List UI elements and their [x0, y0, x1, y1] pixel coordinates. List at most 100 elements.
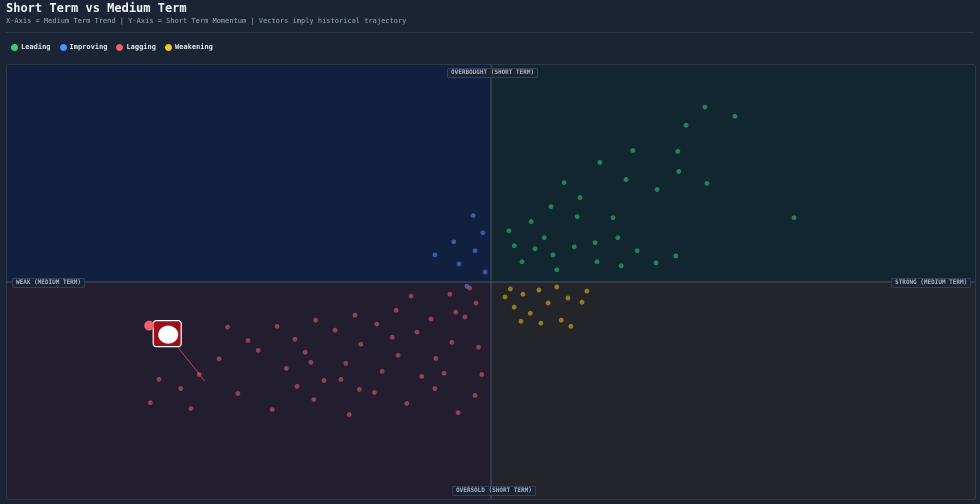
leading-point[interactable]: [732, 113, 738, 119]
weakening-point[interactable]: [520, 291, 526, 297]
lagging-point[interactable]: [196, 372, 202, 377]
improving-point[interactable]: [432, 252, 438, 258]
lagging-point[interactable]: [432, 386, 438, 391]
leading-point[interactable]: [791, 215, 797, 221]
lagging-point[interactable]: [389, 334, 395, 340]
leading-point[interactable]: [511, 243, 517, 249]
lagging-point[interactable]: [346, 412, 352, 417]
weakening-point[interactable]: [558, 317, 564, 323]
leading-point[interactable]: [554, 267, 560, 273]
leading-point[interactable]: [610, 215, 616, 221]
leading-point[interactable]: [519, 259, 525, 265]
weakening-point[interactable]: [502, 294, 508, 300]
lagging-point[interactable]: [479, 372, 485, 377]
leading-point[interactable]: [654, 187, 660, 192]
lagging-point[interactable]: [321, 378, 327, 383]
leading-point[interactable]: [561, 180, 567, 186]
legend-item-lagging[interactable]: Lagging: [116, 43, 156, 51]
lagging-point[interactable]: [449, 339, 455, 345]
highlight-marker[interactable]: [158, 325, 179, 344]
lagging-point[interactable]: [235, 391, 241, 396]
improving-point[interactable]: [472, 248, 478, 254]
lagging-point[interactable]: [156, 377, 162, 382]
leading-point[interactable]: [683, 122, 689, 128]
leading-point[interactable]: [653, 260, 659, 266]
lagging-point[interactable]: [356, 387, 362, 392]
weakening-point[interactable]: [545, 300, 551, 306]
weakening-point[interactable]: [565, 295, 571, 301]
lagging-point[interactable]: [404, 401, 410, 406]
scatter-plot[interactable]: OVERBOUGHT (SHORT TERM) OVERSOLD (SHORT …: [6, 64, 976, 500]
lagging-point[interactable]: [447, 291, 453, 297]
legend-item-weakening[interactable]: Weakening: [164, 43, 213, 51]
leading-point[interactable]: [630, 148, 636, 153]
lagging-point[interactable]: [313, 317, 319, 323]
scatter-svg[interactable]: [7, 65, 975, 499]
lagging-point[interactable]: [144, 320, 155, 331]
lagging-point[interactable]: [433, 355, 439, 361]
weakening-point[interactable]: [554, 284, 560, 290]
leading-point[interactable]: [592, 240, 598, 246]
lagging-point[interactable]: [419, 373, 425, 379]
leading-point[interactable]: [675, 148, 681, 154]
leading-point[interactable]: [623, 177, 629, 182]
lagging-point[interactable]: [441, 370, 447, 376]
improving-point[interactable]: [464, 283, 470, 289]
leading-point[interactable]: [704, 181, 710, 186]
legend-item-improving[interactable]: Improving: [59, 43, 107, 51]
lagging-point[interactable]: [371, 390, 377, 395]
lagging-point[interactable]: [455, 410, 461, 416]
leading-point[interactable]: [618, 263, 624, 269]
lagging-point[interactable]: [292, 336, 298, 342]
leading-point[interactable]: [676, 169, 682, 174]
leading-point[interactable]: [550, 252, 556, 258]
weakening-point[interactable]: [536, 287, 542, 293]
leading-point[interactable]: [577, 195, 583, 200]
leading-point[interactable]: [571, 244, 577, 250]
lagging-point[interactable]: [332, 327, 338, 333]
lagging-point[interactable]: [428, 316, 434, 322]
lagging-point[interactable]: [395, 352, 401, 358]
lagging-point[interactable]: [308, 359, 314, 365]
lagging-point[interactable]: [379, 369, 385, 374]
lagging-point[interactable]: [311, 397, 317, 403]
weakening-point[interactable]: [538, 320, 544, 326]
improving-point[interactable]: [456, 261, 462, 267]
improving-point[interactable]: [451, 239, 457, 245]
lagging-point[interactable]: [374, 321, 380, 327]
lagging-point[interactable]: [255, 347, 261, 353]
leading-point[interactable]: [702, 104, 708, 110]
leading-point[interactable]: [615, 235, 621, 241]
lagging-point[interactable]: [269, 407, 275, 412]
weakening-point[interactable]: [518, 318, 524, 324]
leading-point[interactable]: [506, 228, 512, 234]
lagging-point[interactable]: [393, 307, 399, 313]
leading-point[interactable]: [541, 235, 547, 241]
lagging-point[interactable]: [352, 312, 358, 318]
lagging-point[interactable]: [274, 323, 280, 329]
lagging-point[interactable]: [225, 324, 231, 330]
lagging-point[interactable]: [178, 386, 184, 391]
lagging-point[interactable]: [245, 337, 251, 343]
lagging-point[interactable]: [462, 314, 468, 320]
lagging-point[interactable]: [473, 300, 479, 306]
leading-point[interactable]: [574, 214, 580, 220]
leading-point[interactable]: [528, 219, 534, 225]
leading-point[interactable]: [673, 253, 679, 259]
improving-point[interactable]: [480, 230, 486, 236]
lagging-point[interactable]: [414, 329, 420, 335]
lagging-point[interactable]: [302, 349, 308, 355]
lagging-point[interactable]: [338, 377, 344, 382]
improving-point[interactable]: [482, 269, 488, 275]
lagging-point[interactable]: [358, 341, 364, 347]
leading-point[interactable]: [594, 259, 600, 265]
lagging-point[interactable]: [408, 293, 414, 299]
lagging-point[interactable]: [216, 356, 222, 362]
lagging-point[interactable]: [188, 406, 194, 411]
weakening-point[interactable]: [568, 323, 574, 329]
lagging-point[interactable]: [147, 400, 153, 406]
weakening-point[interactable]: [584, 288, 590, 294]
lagging-point[interactable]: [476, 344, 481, 350]
weakening-point[interactable]: [579, 299, 585, 305]
leading-point[interactable]: [597, 160, 603, 165]
